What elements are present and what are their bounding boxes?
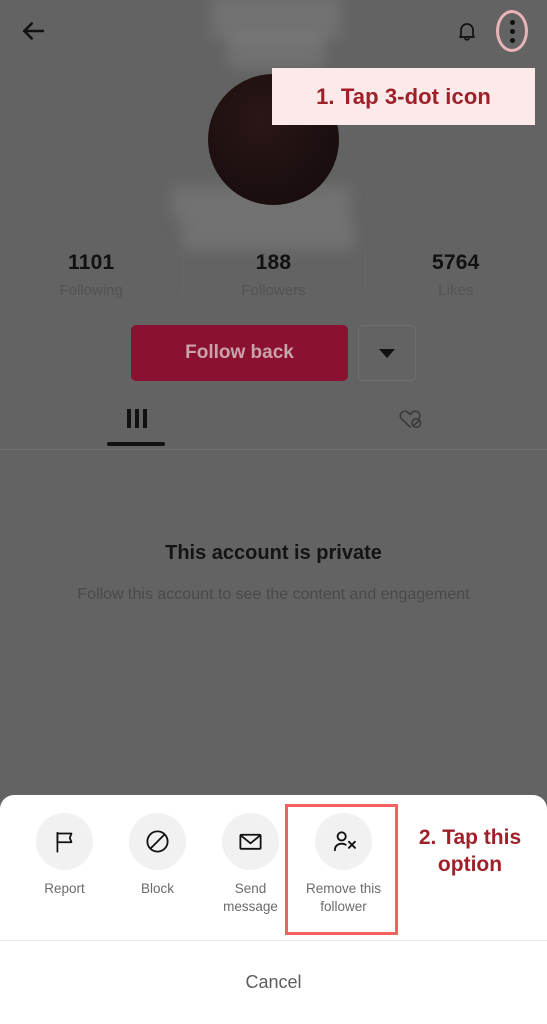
block-icon: [129, 813, 186, 870]
report-option[interactable]: Report: [18, 813, 111, 898]
annotation-step-2-line1: 2. Tap this: [418, 826, 522, 849]
grid-icon: [126, 402, 147, 434]
tabs-divider: [0, 449, 547, 450]
send-message-label-line1: Send: [234, 881, 267, 896]
following-label: Following: [59, 282, 123, 299]
send-message-label: Send message: [223, 880, 278, 916]
annotation-step-2-line2: option: [437, 853, 503, 876]
report-label: Report: [44, 881, 85, 896]
envelope-icon: [222, 813, 279, 870]
private-account-subtitle: Follow this account to see the content a…: [77, 586, 470, 603]
profile-action-row: Follow back: [0, 325, 547, 381]
stat-followers[interactable]: 188 Followers: [182, 250, 364, 300]
likes-count: 5764: [432, 251, 480, 274]
followers-count: 188: [255, 251, 292, 274]
send-message-label-line2: message: [223, 899, 278, 914]
block-option[interactable]: Block: [111, 813, 204, 898]
send-message-option[interactable]: Send message: [204, 813, 297, 916]
private-account-title: This account is private: [165, 542, 382, 564]
screen-root: 1101 Following 188 Followers 5764 Likes …: [0, 0, 547, 1024]
caret-glyph: [379, 348, 395, 358]
block-label: Block: [140, 881, 174, 896]
stat-likes[interactable]: 5764 Likes: [364, 250, 547, 300]
tab-liked[interactable]: [274, 402, 547, 450]
profile-header: [0, 0, 547, 62]
header-actions: [455, 8, 529, 54]
three-dot-icon[interactable]: [495, 8, 529, 54]
heart-slash-icon: [397, 402, 424, 434]
active-tab-underline: [107, 442, 165, 446]
profile-stats: 1101 Following 188 Followers 5764 Likes: [0, 250, 547, 300]
annotation-step-1: 1. Tap 3-dot icon: [272, 68, 535, 125]
profile-tabs: [0, 402, 547, 450]
remove-this-follower-label: Remove this follower: [306, 880, 381, 916]
remove-follower-label-line1: Remove this: [305, 881, 382, 896]
annotation-step-1-text: 1. Tap 3-dot icon: [316, 83, 491, 109]
cancel-label: Cancel: [245, 972, 302, 992]
back-arrow-icon[interactable]: [18, 16, 48, 46]
three-dot-glyph: [509, 19, 515, 43]
followers-label: Followers: [241, 282, 306, 299]
private-account-notice: This account is private Follow this acco…: [0, 540, 547, 605]
chevron-down-icon[interactable]: [358, 325, 416, 381]
stat-following[interactable]: 1101 Following: [0, 250, 182, 300]
annotation-step-2: 2. Tap this option: [400, 824, 540, 878]
likes-label: Likes: [438, 282, 474, 299]
remove-follower-label-line2: follower: [320, 899, 367, 914]
redacted-subtitle-block: [182, 218, 354, 250]
flag-icon: [36, 813, 93, 870]
follow-back-button[interactable]: Follow back: [131, 325, 348, 381]
person-x-icon: [315, 813, 372, 870]
bell-icon[interactable]: [455, 19, 479, 43]
remove-this-follower-option[interactable]: Remove this follower: [297, 813, 390, 916]
cancel-button[interactable]: Cancel: [0, 941, 547, 1024]
following-count: 1101: [67, 251, 115, 274]
